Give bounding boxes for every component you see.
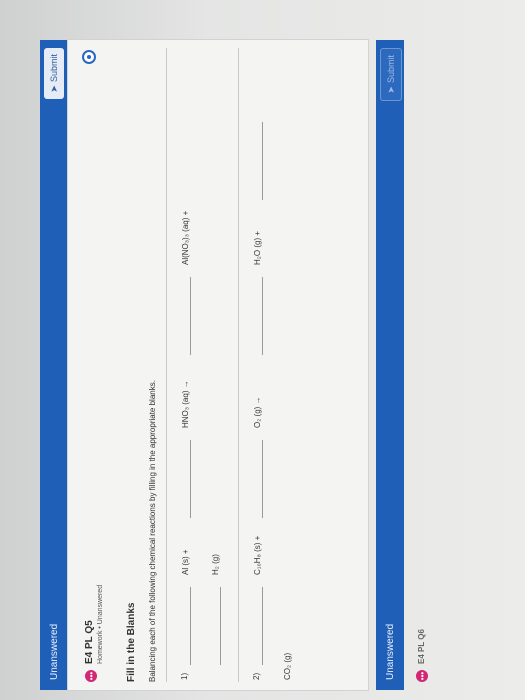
reaction-number: 1) <box>180 672 189 680</box>
blank-input[interactable] <box>190 277 191 355</box>
blank-input[interactable] <box>262 440 263 518</box>
section-heading: Fill in the Blanks <box>126 602 137 682</box>
product-2: H₂ (g) <box>211 554 220 575</box>
divider <box>166 48 167 682</box>
question-meta: Homework • Unanswered <box>97 584 104 664</box>
reactant-2: O₂ (g) → <box>253 396 262 428</box>
send-icon: ➤ <box>385 86 396 94</box>
submit-label: Submit <box>49 54 59 83</box>
reactant-2: HNO₃ (aq) → <box>181 380 190 428</box>
product-2: CO₂ (g) <box>283 652 292 680</box>
question-title: E4 PL Q5 <box>84 620 95 664</box>
reactant-1: Al (s) + <box>181 549 190 575</box>
status-label: Unanswered <box>384 623 396 680</box>
more-options-icon[interactable]: ••• <box>416 670 428 682</box>
product-1: H₂O (g) + <box>253 231 262 265</box>
blank-input[interactable] <box>220 587 221 665</box>
blank-input[interactable] <box>262 277 263 355</box>
divider <box>238 48 239 682</box>
status-bar-top: Unanswered ➤ Submit <box>40 40 68 690</box>
more-options-icon[interactable]: ••• <box>85 670 97 682</box>
submit-button-disabled[interactable]: ➤ Submit <box>380 48 402 101</box>
product-1: Al(NO₃)₃ (aq) + <box>181 210 190 265</box>
reactant-1: C₁₀H₈ (s) + <box>253 535 262 575</box>
submit-button[interactable]: ➤ Submit <box>44 48 64 99</box>
submit-label: Submit <box>386 55 396 84</box>
blank-input[interactable] <box>190 440 191 518</box>
instructions-text: Balancing each of the following chemical… <box>148 380 157 682</box>
send-icon: ➤ <box>48 85 59 93</box>
next-question-title: E4 PL Q6 <box>417 629 426 664</box>
question-panel: Unanswered ➤ Submit ••• E4 PL Q5 Homewor… <box>40 40 490 690</box>
answer-status-radio[interactable] <box>82 50 96 64</box>
reaction-number: 2) <box>252 672 261 680</box>
blank-input[interactable] <box>262 587 263 665</box>
blank-input[interactable] <box>190 587 191 665</box>
status-label: Unanswered <box>48 623 60 680</box>
blank-input[interactable] <box>262 122 263 200</box>
status-bar-bottom: Unanswered ➤ Submit <box>376 40 404 690</box>
question-card: ••• E4 PL Q5 Homework • Unanswered Fill … <box>68 40 368 690</box>
